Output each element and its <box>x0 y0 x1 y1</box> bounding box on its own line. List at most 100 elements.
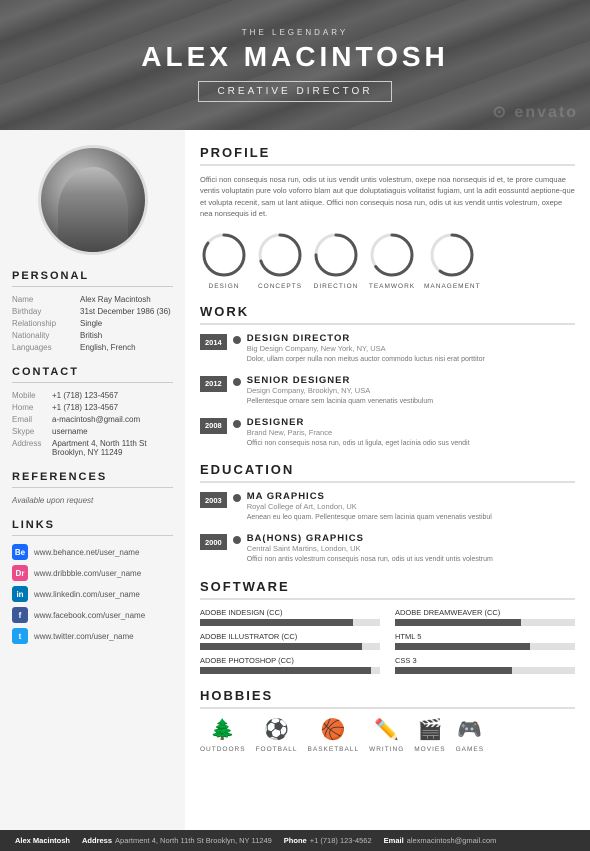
info-label: Name <box>12 295 80 304</box>
link-item[interactable]: Drwww.dribbble.com/user_name <box>12 565 173 581</box>
work-title-text: Designer <box>247 417 470 428</box>
header: The Legendary Alex Macintosh Creative Di… <box>0 0 590 130</box>
work-title-text: MA Graphics <box>247 491 492 502</box>
personal-table: NameAlex Ray MacintoshBirthday31st Decem… <box>12 295 173 352</box>
contact-label: Skype <box>12 427 52 436</box>
references-text: Available upon request <box>12 496 173 505</box>
work-dot <box>233 420 241 428</box>
work-year: 2008 <box>200 418 227 434</box>
work-item: 2008 Designer Brand New, Paris, France O… <box>200 417 575 449</box>
software-label: Adobe Photoshop (CC) <box>200 656 380 665</box>
software-label: Adobe Illustrator (CC) <box>200 632 380 641</box>
skill-item: Direction <box>312 231 360 290</box>
contact-value: a-macintosh@gmail.com <box>52 415 140 424</box>
footer-name-label: Alex Macintosh <box>15 836 70 845</box>
info-value: 31st December 1986 (36) <box>80 307 171 316</box>
software-bar-bg <box>200 619 380 626</box>
software-label: CSS 3 <box>395 656 575 665</box>
info-label: Birthday <box>12 307 80 316</box>
software-label: Adobe InDesign (CC) <box>200 608 380 617</box>
skill-label: Concepts <box>258 283 302 290</box>
software-grid: Adobe InDesign (CC) Adobe Dreamweaver (C… <box>200 608 575 674</box>
contact-label: Address <box>12 439 52 457</box>
info-value: Single <box>80 319 102 328</box>
work-title-text: Senior Designer <box>247 375 433 386</box>
info-value: English, French <box>80 343 136 352</box>
hobbies-title: Hobbies <box>200 688 575 709</box>
work-desc: Offici non consequis nosa run, odis ut l… <box>247 439 470 449</box>
footer-email-value: alexmacintosh@gmail.com <box>407 836 497 845</box>
skills-row: Design Concepts Direction Teamwork Manag… <box>200 231 575 290</box>
be-icon: Be <box>12 544 28 560</box>
work-content: MA Graphics Royal College of Art, London… <box>247 491 492 523</box>
links-list: Bewww.behance.net/user_name Drwww.dribbbl… <box>12 544 173 644</box>
work-company: Big Design Company, New York, NY, USA <box>247 344 485 353</box>
software-bar-bg <box>395 667 575 674</box>
software-bar-bg <box>200 667 380 674</box>
link-item[interactable]: Bewww.behance.net/user_name <box>12 544 173 560</box>
work-item: 2000 BA(Hons) Graphics Central Saint Mar… <box>200 533 575 565</box>
contact-value: username <box>52 427 88 436</box>
hobby-label: Games <box>456 746 484 753</box>
contact-value: +1 (718) 123-4567 <box>52 391 118 400</box>
software-item: HTML 5 <box>395 632 575 650</box>
personal-row: LanguagesEnglish, French <box>12 343 173 352</box>
software-bar-fill <box>395 667 512 674</box>
hobby-label: Outdoors <box>200 746 246 753</box>
hobby-item: 🎮 Games <box>456 717 484 753</box>
link-item[interactable]: in www.linkedin.com/user_name <box>12 586 173 602</box>
footer-address: Address Apartment 4, North 11th St Brook… <box>82 836 272 845</box>
info-label: Relationship <box>12 319 80 328</box>
skill-circle <box>428 231 476 279</box>
software-bar-bg <box>395 643 575 650</box>
software-bar-bg <box>200 643 380 650</box>
header-subtitle: The Legendary <box>141 28 449 37</box>
links-section-title: Links <box>12 519 173 536</box>
personal-section-title: Personal <box>12 270 173 287</box>
footer-phone-value: +1 (718) 123-4562 <box>310 836 372 845</box>
profile-title: Profile <box>200 145 575 166</box>
link-item[interactable]: fwww.facebook.com/user_name <box>12 607 173 623</box>
contact-label: Home <box>12 403 52 412</box>
work-title-text: BA(Hons) Graphics <box>247 533 493 544</box>
skill-item: Teamwork <box>368 231 416 290</box>
hobby-icon: ⚽ <box>264 717 289 742</box>
hobby-item: ✏️ Writing <box>369 717 404 753</box>
skill-label: Direction <box>314 283 359 290</box>
footer-email: Email alexmacintosh@gmail.com <box>384 836 497 845</box>
work-content: Design Director Big Design Company, New … <box>247 333 485 365</box>
hobby-item: 🎬 Movies <box>414 717 445 753</box>
work-desc: Pellentesque ornare sem lacinia quam ven… <box>247 397 433 407</box>
contact-label: Email <box>12 415 52 424</box>
hobby-label: Basketball <box>308 746 360 753</box>
in-icon: in <box>12 586 28 602</box>
hobby-label: Football <box>256 746 298 753</box>
link-url: www.linkedin.com/user_name <box>34 590 140 599</box>
references-section-title: References <box>12 471 173 488</box>
education-title: Education <box>200 462 575 483</box>
avatar <box>38 145 148 255</box>
hobby-label: Movies <box>414 746 445 753</box>
header-name: Alex Macintosh <box>141 41 449 73</box>
work-item: 2012 Senior Designer Design Company, Bro… <box>200 375 575 407</box>
contact-table: Mobile+1 (718) 123-4567Home+1 (718) 123-… <box>12 391 173 457</box>
hobby-icon: 🌲 <box>210 717 235 742</box>
link-url: www.dribbble.com/user_name <box>34 569 141 578</box>
skill-item: Management <box>424 231 481 290</box>
work-item: 2003 MA Graphics Royal College of Art, L… <box>200 491 575 523</box>
contact-value: Apartment 4, North 11th StBrooklyn, NY 1… <box>52 439 147 457</box>
software-bar-fill <box>395 619 521 626</box>
work-company: Royal College of Art, London, UK <box>247 502 492 511</box>
link-item[interactable]: twww.twitter.com/user_name <box>12 628 173 644</box>
skill-item: Concepts <box>256 231 304 290</box>
right-column: Profile Offici non consequis nosa run, o… <box>185 130 590 830</box>
work-dot <box>233 494 241 502</box>
contact-section-title: Contact <box>12 366 173 383</box>
contact-row: Emaila-macintosh@gmail.com <box>12 415 173 424</box>
work-year: 2014 <box>200 334 227 350</box>
hobby-label: Writing <box>369 746 404 753</box>
header-title: Creative Director <box>217 86 372 97</box>
link-url: www.twitter.com/user_name <box>34 632 134 641</box>
work-company: Central Saint Martins, London, UK <box>247 544 493 553</box>
work-dot <box>233 536 241 544</box>
